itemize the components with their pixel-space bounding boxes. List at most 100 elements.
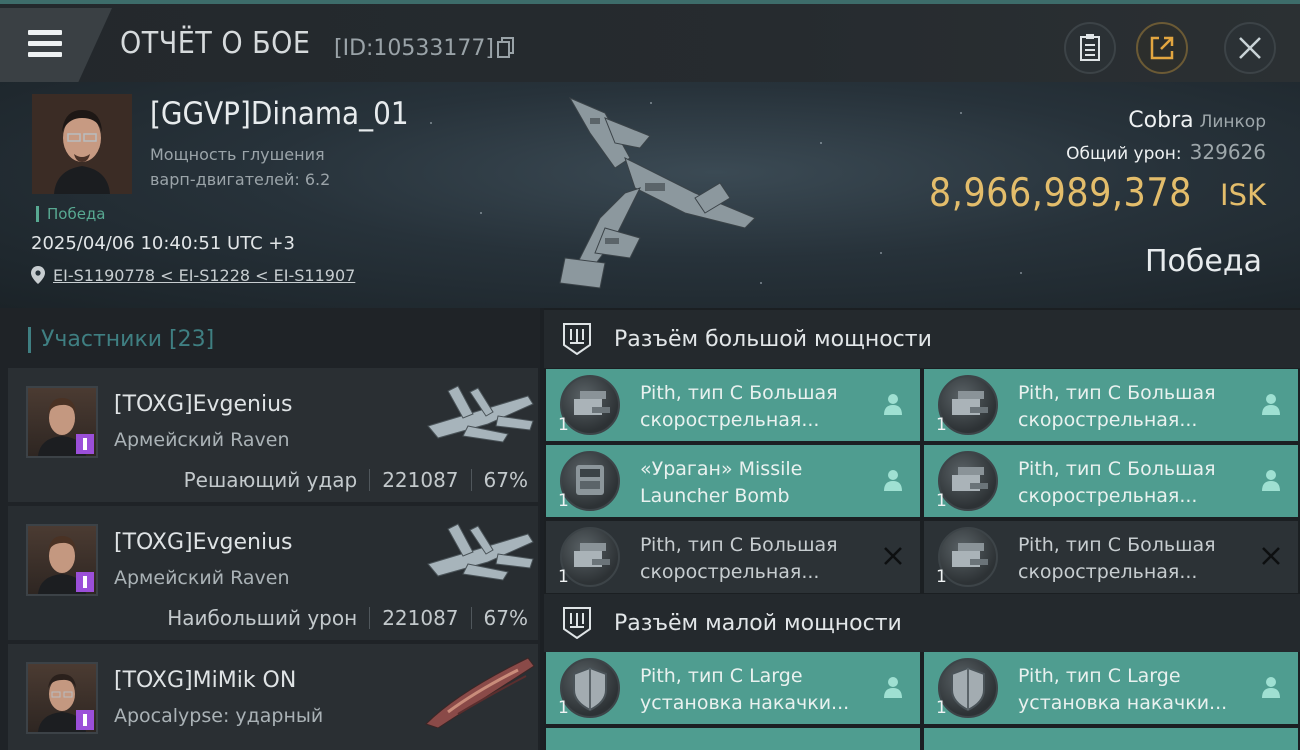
close-button[interactable]: [1224, 22, 1276, 74]
participant-row[interactable]: [TOXG]MiMik ON Apocalypse: ударный: [8, 644, 538, 750]
battle-timestamp: 2025/04/06 10:40:51 UTC +3: [31, 233, 295, 254]
ship-name: Cobra: [1128, 108, 1194, 133]
participant-ship: Apocalypse: ударный: [114, 705, 324, 727]
high-slot-icon: [563, 323, 591, 355]
role-badge-icon: [76, 572, 94, 592]
share-button[interactable]: [1136, 22, 1188, 74]
participant-ship-image: [425, 657, 535, 728]
victim-pilot-name[interactable]: [GGVP]Dinama_01: [150, 96, 409, 132]
module-slot[interactable]: 1 «Ураган» Missile Launcher Bomb: [546, 445, 920, 517]
participant-percent: 67%: [483, 468, 528, 492]
shield-module-icon: [938, 658, 998, 718]
role-badge-icon: [76, 710, 94, 730]
module-slot[interactable]: 1 Pith, тип C Large установка накачки...: [924, 652, 1298, 724]
module-slot[interactable]: 1 Pith, тип C Большая скорострельная...: [546, 521, 920, 593]
hamburger-icon: [28, 30, 62, 58]
destroyed-x-icon: [1262, 547, 1280, 565]
total-damage: Общий урон: 329626: [1066, 140, 1266, 164]
module-slot-partial[interactable]: [924, 728, 1298, 750]
participant-ship-image: [427, 385, 534, 443]
dropped-person-icon: [1262, 394, 1280, 415]
participant-role: Решающий удар: [183, 468, 358, 492]
participant-ship-image: [427, 523, 534, 581]
turret-icon: [938, 527, 998, 587]
turret-icon: [938, 375, 998, 435]
module-quantity: 1: [936, 491, 947, 511]
module-name: Pith, тип C Large установка накачки...: [640, 665, 850, 714]
damage-value: 329626: [1189, 140, 1266, 164]
isk-unit: ISK: [1220, 178, 1266, 212]
menu-button[interactable]: [0, 8, 112, 82]
pilot-portrait-icon: [32, 94, 132, 194]
module-name: «Ураган» Missile Launcher Bomb: [640, 458, 803, 507]
victim-avatar[interactable]: [32, 94, 132, 194]
module-name: Pith, тип C Большая скорострельная...: [1018, 534, 1216, 583]
module-quantity: 1: [558, 415, 569, 435]
fittings-panel: Разъём большой мощности 1 Pith, тип C Бо…: [544, 308, 1300, 750]
copy-icon[interactable]: [497, 37, 515, 59]
report-button[interactable]: [1064, 22, 1116, 74]
missile-launcher-icon: [560, 451, 620, 511]
result-badge: Победа: [36, 206, 106, 222]
module-slot[interactable]: 1 Pith, тип C Большая скорострельная...: [924, 369, 1298, 441]
module-quantity: 1: [558, 698, 569, 718]
module-slot-partial[interactable]: [546, 728, 920, 750]
module-name: Pith, тип C Большая скорострельная...: [1018, 458, 1216, 507]
turret-icon: [560, 527, 620, 587]
module-name: Pith, тип C Большая скорострельная...: [1018, 382, 1216, 431]
participant-ship: Армейский Raven: [114, 567, 290, 589]
participants-panel: Участники [23] [TOXG]Evgenius Армейский …: [0, 308, 540, 750]
dropped-person-icon: [884, 394, 902, 415]
module-name: Pith, тип C Large установка накачки...: [1018, 665, 1228, 714]
low-slot-title: Разъём малой мощности: [614, 611, 902, 636]
damage-label: Общий урон:: [1066, 144, 1182, 164]
participant-damage: 221087: [382, 606, 459, 630]
battle-result: Победа: [1145, 244, 1262, 279]
low-slot-header: Разъём малой мощности: [544, 594, 1300, 652]
dropped-person-icon: [884, 470, 902, 491]
participant-ship: Армейский Raven: [114, 429, 290, 451]
low-slot-icon: [563, 607, 591, 639]
participant-name: [TOXG]MiMik ON: [114, 668, 297, 693]
participant-avatar[interactable]: [26, 386, 98, 458]
module-slot[interactable]: 1 Pith, тип C Large установка накачки...: [546, 652, 920, 724]
participant-row[interactable]: [TOXG]Evgenius Армейский Raven Наибольши…: [8, 506, 538, 640]
dropped-person-icon: [1262, 677, 1280, 698]
participant-name: [TOXG]Evgenius: [114, 530, 293, 555]
participant-avatar[interactable]: [26, 524, 98, 596]
location-pin-icon: [31, 266, 45, 284]
module-quantity: 1: [558, 567, 569, 587]
participant-stats: Решающий удар 221087 67%: [184, 468, 528, 492]
dropped-person-icon: [884, 677, 902, 698]
participant-percent: 67%: [483, 606, 528, 630]
module-quantity: 1: [936, 567, 947, 587]
share-icon: [1150, 36, 1174, 60]
turret-icon: [560, 375, 620, 435]
participant-avatar[interactable]: [26, 662, 98, 734]
report-id: [ID:10533177]: [334, 36, 494, 61]
module-name: Pith, тип C Большая скорострельная...: [640, 534, 838, 583]
warp-disruption-label: Мощность глушения варп-двигателей: 6.2: [150, 145, 331, 189]
victim-ship-image: [559, 96, 756, 289]
destroyed-x-icon: [884, 547, 902, 565]
clipboard-icon: [1080, 34, 1100, 61]
module-quantity: 1: [936, 698, 947, 718]
participant-damage: 221087: [382, 468, 459, 492]
module-slot[interactable]: 1 Pith, тип C Большая скорострельная...: [546, 369, 920, 441]
participant-role: Наибольший урон: [167, 606, 358, 630]
participant-name: [TOXG]Evgenius: [114, 392, 293, 417]
module-quantity: 1: [936, 415, 947, 435]
module-slot[interactable]: 1 Pith, тип C Большая скорострельная...: [924, 521, 1298, 593]
location-path[interactable]: EI-S1190778 < EI-S1228 < EI-S11907: [53, 266, 355, 285]
ship-class: Линкор: [1199, 112, 1266, 132]
victim-banner: [GGVP]Dinama_01 Мощность глушения варп-д…: [0, 82, 1300, 308]
close-icon: [1239, 37, 1261, 59]
victim-ship[interactable]: Cobra Линкор: [1128, 108, 1266, 133]
high-slot-title: Разъём большой мощности: [614, 327, 932, 352]
participant-stats: Наибольший урон 221087 67%: [167, 606, 528, 630]
module-slot[interactable]: 1 Pith, тип C Большая скорострельная...: [924, 445, 1298, 517]
role-badge-icon: [76, 434, 94, 454]
participant-row[interactable]: [TOXG]Evgenius Армейский Raven Решающий …: [8, 368, 538, 502]
isk-value: 8,966,989,378: [928, 171, 1192, 216]
participants-title[interactable]: Участники [23]: [28, 327, 214, 353]
